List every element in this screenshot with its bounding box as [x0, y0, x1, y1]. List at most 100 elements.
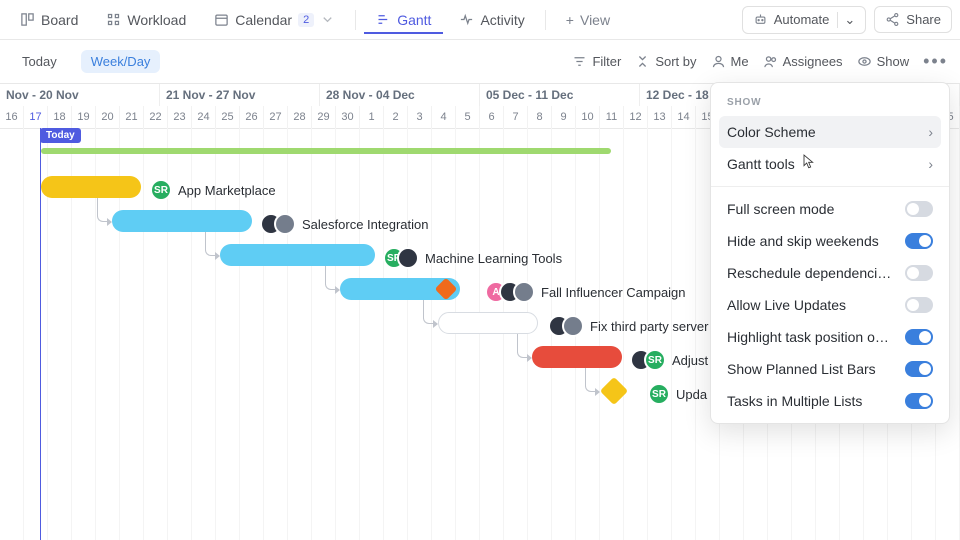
task-label: Machine Learning Tools [425, 251, 562, 266]
automate-button[interactable]: Automate⌄ [742, 6, 867, 34]
day-header: 27 [264, 106, 288, 128]
task-bar[interactable] [220, 244, 375, 266]
day-header: 1 [360, 106, 384, 128]
popup-planned-bars[interactable]: Show Planned List Bars [711, 353, 949, 385]
week-header: 05 Dec - 11 Dec [480, 84, 640, 106]
popup-multiple-lists[interactable]: Tasks in Multiple Lists [711, 385, 949, 417]
task-label: Fall Influencer Campaign [541, 285, 686, 300]
day-header: 18 [48, 106, 72, 128]
summary-bar[interactable] [41, 148, 611, 154]
popup-fullscreen[interactable]: Full screen mode [711, 193, 949, 225]
day-header: 30 [336, 106, 360, 128]
tab-workload[interactable]: Workload [94, 6, 198, 34]
user-icon [711, 54, 726, 69]
toggle-reschedule[interactable] [905, 265, 933, 281]
robot-icon [753, 12, 768, 27]
day-header: 13 [648, 106, 672, 128]
day-header: 6 [480, 106, 504, 128]
chevron-down-icon [320, 12, 335, 27]
milestone-diamond[interactable] [600, 377, 628, 405]
day-header: 16 [0, 106, 24, 128]
task-label: Fix third party server [590, 319, 708, 334]
divider [711, 186, 949, 187]
today-button[interactable]: Today [12, 50, 67, 73]
sortby-button[interactable]: Sort by [635, 54, 696, 69]
task-bar[interactable] [112, 210, 252, 232]
day-header: 9 [552, 106, 576, 128]
chevron-right-icon: › [928, 156, 933, 172]
chevron-down-icon[interactable]: ⌄ [837, 12, 855, 28]
toggle-hide-weekends[interactable] [905, 233, 933, 249]
popup-highlight-task[interactable]: Highlight task position o… [711, 321, 949, 353]
add-view-button[interactable]: +View [554, 6, 622, 34]
zoom-level-pill[interactable]: Week/Day [81, 50, 161, 73]
popup-reschedule[interactable]: Reschedule dependenci… [711, 257, 949, 289]
popup-gantt-tools[interactable]: Gantt tools› [711, 148, 949, 180]
day-header: 22 [144, 106, 168, 128]
filter-icon [572, 54, 587, 69]
popup-color-scheme[interactable]: Color Scheme› [719, 116, 941, 148]
day-header: 23 [168, 106, 192, 128]
toggle-planned-bars[interactable] [905, 361, 933, 377]
gantt-icon [376, 12, 391, 27]
show-settings-popup: SHOW Color Scheme› Gantt tools› Full scr… [710, 82, 950, 424]
day-header: 10 [576, 106, 600, 128]
day-header: 19 [72, 106, 96, 128]
users-icon [763, 54, 778, 69]
filter-button[interactable]: Filter [572, 54, 621, 69]
sort-icon [635, 54, 650, 69]
tab-gantt[interactable]: Gantt [364, 6, 443, 34]
avatar [562, 315, 584, 337]
day-header: 3 [408, 106, 432, 128]
day-header: 14 [672, 106, 696, 128]
week-header: Nov - 20 Nov [0, 84, 160, 106]
day-header: 17 [24, 106, 48, 128]
calendar-icon [214, 12, 229, 27]
tab-calendar[interactable]: Calendar2 [202, 6, 347, 34]
day-header: 25 [216, 106, 240, 128]
day-header: 28 [288, 106, 312, 128]
divider [545, 10, 546, 30]
avatar: SR [644, 349, 666, 371]
task-bar[interactable] [41, 176, 141, 198]
tab-activity[interactable]: Activity [447, 6, 536, 34]
day-header: 12 [624, 106, 648, 128]
day-header: 24 [192, 106, 216, 128]
view-tabs: Board Workload Calendar2 Gantt Activity … [0, 0, 960, 40]
tab-board[interactable]: Board [8, 6, 90, 34]
day-header: 2 [384, 106, 408, 128]
show-button[interactable]: Show [857, 54, 910, 69]
activity-icon [459, 12, 474, 27]
day-header: 21 [120, 106, 144, 128]
me-filter-button[interactable]: Me [711, 54, 749, 69]
task-bar[interactable] [438, 312, 538, 334]
day-header: 8 [528, 106, 552, 128]
avatar [274, 213, 296, 235]
toggle-live-updates[interactable] [905, 297, 933, 313]
toggle-multiple-lists[interactable] [905, 393, 933, 409]
popup-hide-weekends[interactable]: Hide and skip weekends [711, 225, 949, 257]
popup-live-updates[interactable]: Allow Live Updates [711, 289, 949, 321]
day-header: 26 [240, 106, 264, 128]
toggle-fullscreen[interactable] [905, 201, 933, 217]
share-button[interactable]: Share [874, 6, 952, 33]
gantt-toolbar: Today Week/Day Filter Sort by Me Assigne… [0, 40, 960, 84]
toggle-highlight-task[interactable] [905, 329, 933, 345]
avatar [397, 247, 419, 269]
workload-icon [106, 12, 121, 27]
board-icon [20, 12, 35, 27]
day-header: 7 [504, 106, 528, 128]
task-bar[interactable] [532, 346, 622, 368]
assignees-button[interactable]: Assignees [763, 54, 843, 69]
calendar-badge: 2 [298, 13, 314, 27]
more-menu[interactable]: ••• [923, 51, 948, 72]
task-label: Salesforce Integration [302, 217, 428, 232]
task-label: Adjust [672, 353, 708, 368]
day-header: 29 [312, 106, 336, 128]
popup-heading: SHOW [711, 93, 949, 116]
day-header: 20 [96, 106, 120, 128]
avatar: SR [648, 383, 670, 405]
avatar [513, 281, 535, 303]
task-label: Upda [676, 387, 707, 402]
week-header: 21 Nov - 27 Nov [160, 84, 320, 106]
